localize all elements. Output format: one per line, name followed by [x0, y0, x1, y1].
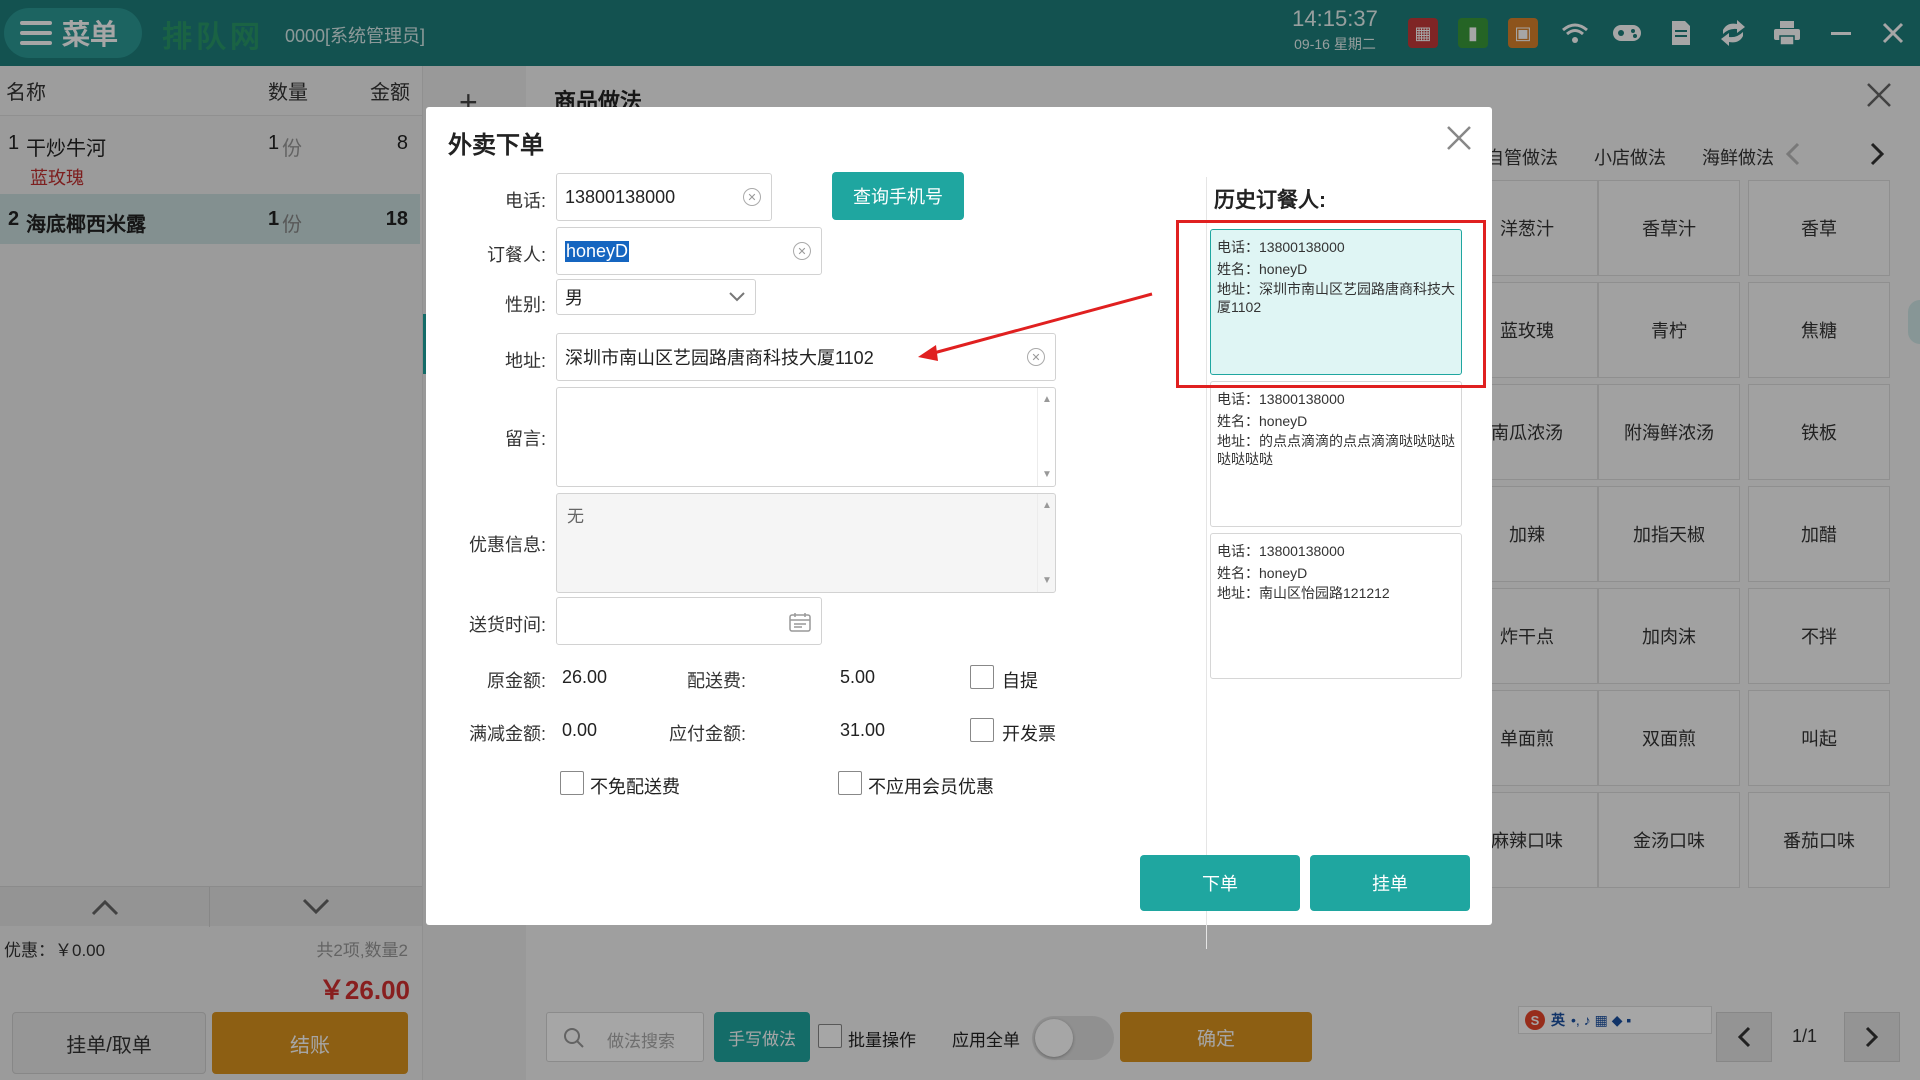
annotation-arrow: [918, 292, 1153, 361]
